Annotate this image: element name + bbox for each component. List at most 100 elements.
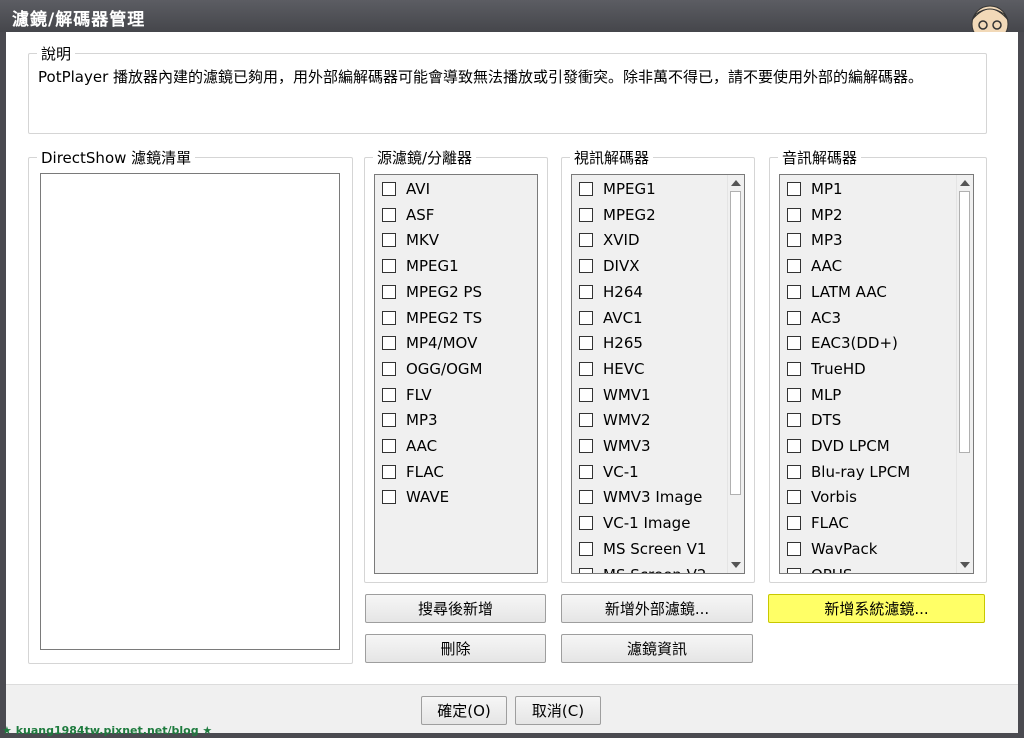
checkbox[interactable] [579,413,593,428]
scroll-down-arrow-icon[interactable] [960,562,970,568]
audio-decoder-checkbox-item[interactable]: OPUS [787,565,852,573]
source-filter-checkbox-item[interactable]: MP4/MOV [382,333,477,353]
checkbox[interactable] [787,284,801,299]
checkbox[interactable] [579,567,593,573]
source-filter-checkbox-item[interactable]: MKV [382,230,439,250]
audio-decoder-checkbox-item[interactable]: MP2 [787,205,843,225]
checkbox[interactable] [382,464,396,479]
checkbox[interactable] [382,233,396,248]
checkbox[interactable] [579,464,593,479]
checkbox[interactable] [579,490,593,505]
filter-info-button[interactable]: 濾鏡資訊 [561,634,753,663]
audio-decoder-checkbox-item[interactable]: LATM AAC [787,282,887,302]
checkbox[interactable] [787,541,801,556]
checkbox[interactable] [787,387,801,402]
source-filter-checkbox-item[interactable]: MPEG1 [382,256,459,276]
checkbox[interactable] [579,284,593,299]
source-filter-checkbox-item[interactable]: MPEG2 TS [382,308,482,328]
audio-decoder-checkbox-item[interactable]: Blu-ray LPCM [787,462,910,482]
checkbox[interactable] [787,259,801,274]
checkbox[interactable] [579,361,593,376]
source-filter-checkbox-item[interactable]: MP3 [382,410,438,430]
checkbox[interactable] [382,259,396,274]
source-filter-checkbox-item[interactable]: MPEG2 PS [382,282,482,302]
checkbox[interactable] [382,387,396,402]
checkbox[interactable] [382,310,396,325]
checkbox[interactable] [787,233,801,248]
source-filter-checkbox-item[interactable]: ASF [382,205,434,225]
video-decoder-checkbox-item[interactable]: H265 [579,333,643,353]
checkbox[interactable] [382,361,396,376]
checkbox[interactable] [382,284,396,299]
audio-decoder-checkbox-item[interactable]: FLAC [787,513,849,533]
directshow-filter-list[interactable] [40,173,340,650]
checkbox[interactable] [382,207,396,222]
source-filter-checkbox-item[interactable]: OGG/OGM [382,359,482,379]
checkbox[interactable] [579,541,593,556]
checkbox[interactable] [787,516,801,531]
checkbox[interactable] [579,233,593,248]
checkbox[interactable] [579,259,593,274]
source-filter-checkbox-item[interactable]: AVI [382,179,430,199]
video-decoder-checkbox-item[interactable]: WMV3 Image [579,487,702,507]
scrollbar-thumb[interactable] [730,191,741,495]
source-filters-list[interactable]: WAVE FLAC AAC MP3 FLV OGG/OGM MP4/MOV MPEG2 TS M… [374,174,538,574]
video-decoder-checkbox-item[interactable]: WMV2 [579,410,651,430]
checkbox[interactable] [787,207,801,222]
scrollbar-thumb[interactable] [959,191,970,453]
audio-decoder-checkbox-item[interactable]: WavPack [787,539,877,559]
video-decoder-checkbox-item[interactable]: H264 [579,282,643,302]
checkbox[interactable] [787,182,801,196]
video-decoder-checkbox-item[interactable]: AVC1 [579,308,643,328]
audio-decoder-checkbox-item[interactable]: AAC [787,256,842,276]
scroll-up-arrow-icon[interactable] [960,180,970,186]
checkbox[interactable] [787,310,801,325]
checkbox[interactable] [382,182,396,196]
audio-list-scrollbar[interactable] [956,175,973,573]
checkbox[interactable] [579,336,593,351]
source-filter-checkbox-item[interactable]: FLV [382,385,432,405]
video-decoders-list[interactable]: MS Screen V2 MS Screen V1 VC-1 Image WMV3 I… [571,174,745,574]
video-decoder-checkbox-item[interactable]: VC-1 Image [579,513,690,533]
video-decoder-checkbox-item[interactable]: XVID [579,230,640,250]
video-decoder-checkbox-item[interactable]: MPEG2 [579,205,656,225]
add-system-filter-button[interactable]: 新增系統濾鏡... [768,594,985,623]
audio-decoder-checkbox-item[interactable]: EAC3(DD+) [787,333,898,353]
source-filter-checkbox-item[interactable]: WAVE [382,487,449,507]
checkbox[interactable] [787,439,801,453]
audio-decoder-checkbox-item[interactable]: Vorbis [787,487,857,507]
audio-decoder-checkbox-item[interactable]: MLP [787,385,841,405]
checkbox[interactable] [787,464,801,479]
ok-button[interactable]: 確定(O) [421,696,507,725]
video-list-scrollbar[interactable] [727,175,744,573]
checkbox[interactable] [579,439,593,453]
audio-decoder-checkbox-item[interactable]: MP3 [787,230,843,250]
video-decoder-checkbox-item[interactable]: MS Screen V1 [579,539,706,559]
scroll-up-arrow-icon[interactable] [731,180,741,186]
audio-decoder-checkbox-item[interactable]: TrueHD [787,359,866,379]
checkbox[interactable] [382,336,396,351]
video-decoder-checkbox-item[interactable]: VC-1 [579,462,639,482]
audio-decoder-checkbox-item[interactable]: DVD LPCM [787,436,890,456]
checkbox[interactable] [382,413,396,428]
add-external-filter-button[interactable]: 新增外部濾鏡... [561,594,753,623]
video-decoder-checkbox-item[interactable]: HEVC [579,359,645,379]
checkbox[interactable] [579,310,593,325]
checkbox[interactable] [787,567,801,573]
video-decoder-checkbox-item[interactable]: WMV1 [579,385,651,405]
video-decoder-checkbox-item[interactable]: MPEG1 [579,179,656,199]
search-add-button[interactable]: 搜尋後新增 [365,594,546,623]
audio-decoder-checkbox-item[interactable]: DTS [787,410,841,430]
video-decoder-checkbox-item[interactable]: DIVX [579,256,640,276]
checkbox[interactable] [787,413,801,428]
checkbox[interactable] [787,490,801,505]
delete-button[interactable]: 刪除 [365,634,546,663]
source-filter-checkbox-item[interactable]: AAC [382,436,437,456]
checkbox[interactable] [382,490,396,505]
checkbox[interactable] [787,336,801,351]
checkbox[interactable] [579,207,593,222]
checkbox[interactable] [787,361,801,376]
source-filter-checkbox-item[interactable]: FLAC [382,462,444,482]
audio-decoder-checkbox-item[interactable]: AC3 [787,308,841,328]
checkbox[interactable] [579,182,593,196]
